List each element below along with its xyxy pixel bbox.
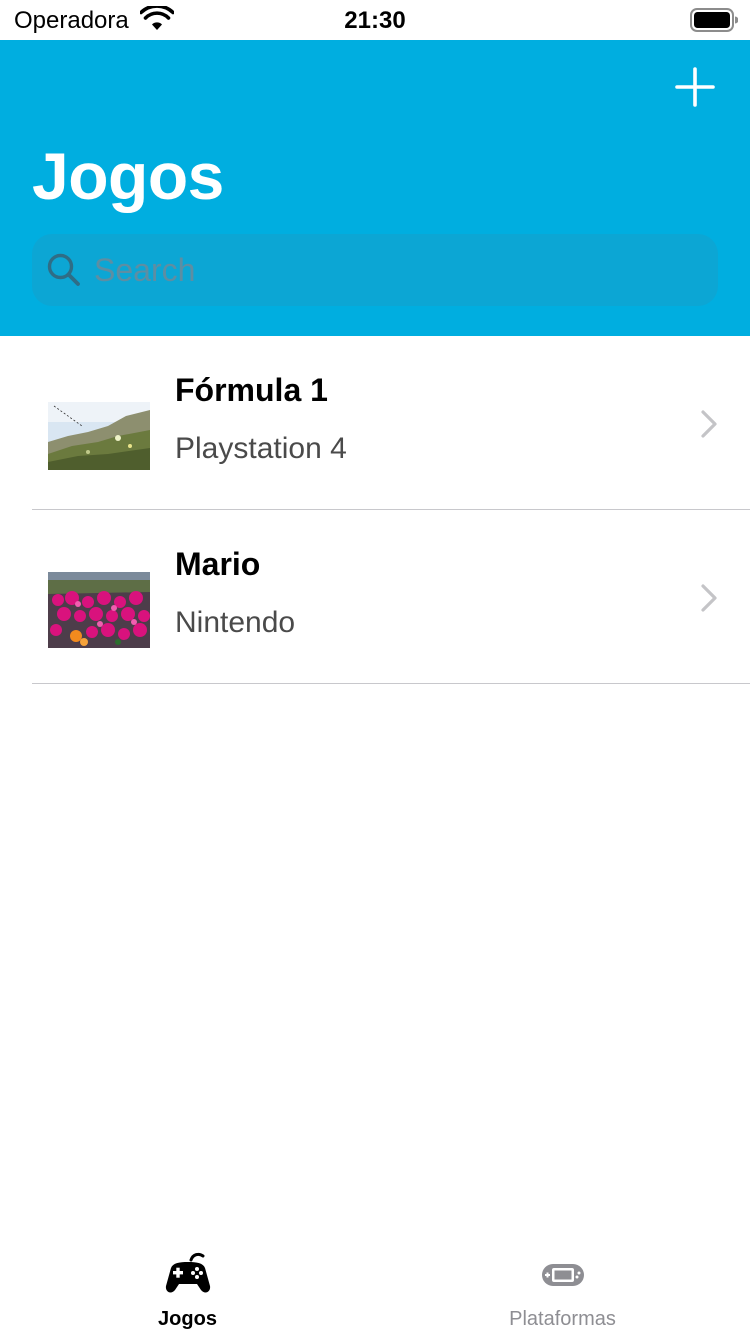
game-title: Mario: [175, 546, 261, 582]
search-icon: [47, 253, 80, 286]
tab-label: Jogos: [158, 1308, 217, 1330]
battery-icon: [690, 8, 738, 32]
tab-plataformas[interactable]: Plataformas: [375, 1236, 750, 1334]
game-platform: Playstation 4: [175, 432, 347, 465]
game-thumbnail: [48, 572, 150, 648]
search-bar[interactable]: [32, 234, 718, 306]
row-separator: [32, 683, 750, 684]
navigation-header: Jogos: [0, 40, 750, 336]
search-input[interactable]: [92, 234, 702, 306]
add-game-button[interactable]: [672, 64, 718, 110]
game-platform: Nintendo: [175, 606, 296, 639]
chevron-right-icon: [701, 584, 717, 612]
games-list: Fórmula 1 Playstation 4 Mario Nintendo: [0, 336, 750, 684]
tab-bar: Jogos Plataformas: [0, 1236, 750, 1334]
game-row[interactable]: Mario Nintendo: [0, 510, 750, 684]
clock: 21:30: [344, 7, 406, 34]
handheld-console-icon: [541, 1264, 584, 1286]
game-row[interactable]: Fórmula 1 Playstation 4: [0, 336, 750, 510]
game-thumbnail: [48, 402, 150, 470]
game-title: Fórmula 1: [175, 372, 328, 408]
tab-jogos[interactable]: Jogos: [0, 1236, 375, 1334]
status-bar: Operadora 21:30: [0, 0, 750, 40]
chevron-right-icon: [701, 410, 717, 438]
tab-label: Plataformas: [509, 1308, 616, 1330]
gamepad-icon: [165, 1252, 210, 1293]
page-title: Jogos: [32, 139, 224, 213]
